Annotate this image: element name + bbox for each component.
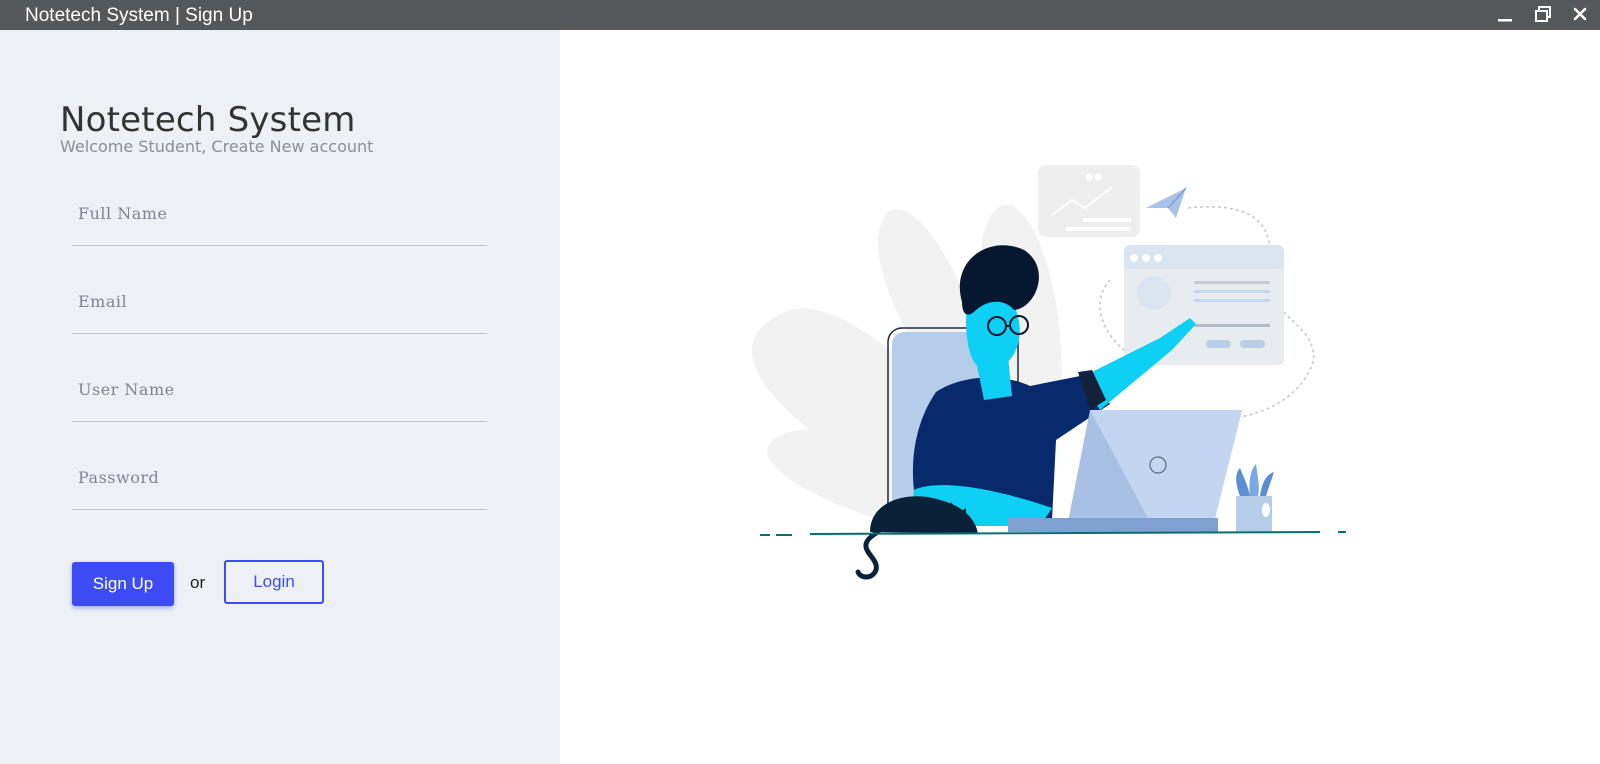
restore-button[interactable] [1532,4,1556,26]
password-input[interactable] [72,462,487,509]
window-title: Notetech System | Sign Up [25,5,253,26]
app-title: Notetech System [60,100,356,140]
password-field-wrapper [72,462,487,510]
close-icon [1573,7,1587,21]
minimize-icon [1498,19,1512,22]
email-field-wrapper [72,286,487,334]
sign-up-button[interactable]: Sign Up [72,562,174,606]
close-button[interactable] [1569,4,1593,26]
login-button[interactable]: Login [224,560,324,604]
full-name-input[interactable] [72,198,487,245]
person-at-laptop-illustration [751,165,1346,580]
page-subtitle: Welcome Student, Create New account [60,137,374,156]
signup-panel: Notetech System Welcome Student, Create … [0,30,560,764]
full-name-field-wrapper [72,198,487,246]
restore-icon [1535,6,1551,22]
username-input[interactable] [72,374,487,421]
email-input[interactable] [72,286,487,333]
or-separator: or [190,573,206,592]
window-titlebar: Notetech System | Sign Up [0,0,1600,30]
minimize-button[interactable] [1494,4,1518,26]
username-field-wrapper [72,374,487,422]
hero-illustration [740,160,1380,600]
